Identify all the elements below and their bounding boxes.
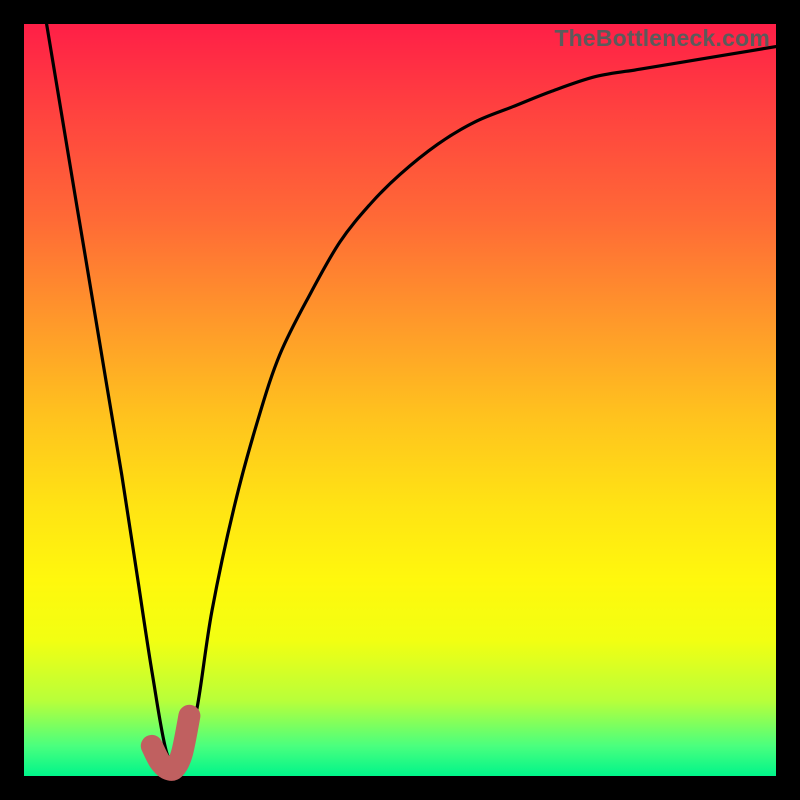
series-layer xyxy=(24,24,776,776)
plot-area: TheBottleneck.com xyxy=(24,24,776,776)
chart-frame: TheBottleneck.com xyxy=(0,0,800,800)
highlight-j-marker xyxy=(152,716,190,770)
bottleneck-curve xyxy=(47,24,776,772)
